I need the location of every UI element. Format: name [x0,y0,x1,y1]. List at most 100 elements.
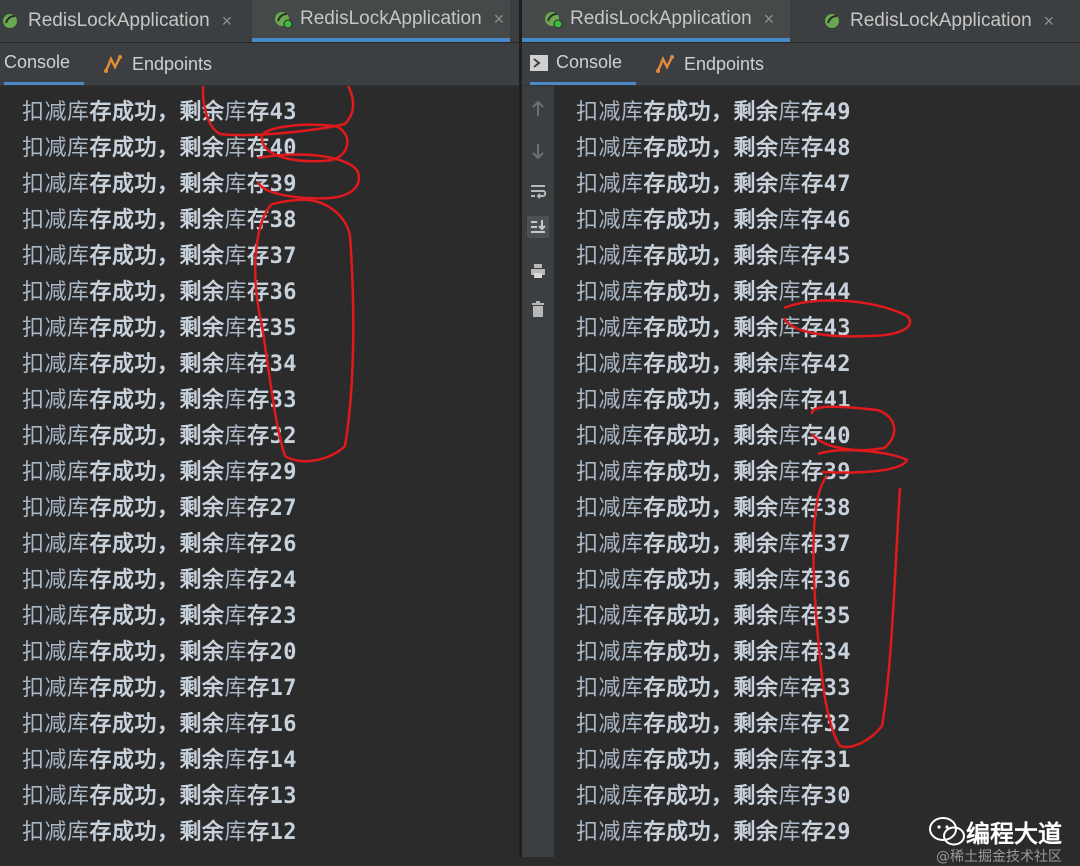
console-line-part: 库 [778,208,802,233]
console-line-part: 存39 [801,460,852,485]
console-line-part: 存成功， [643,100,734,125]
console-line-part: 剩余 [179,748,225,773]
endpoints-tab[interactable]: Endpoints [654,43,764,85]
console-line-part: 剩余 [179,388,225,413]
console-line-part: 存成功， [89,748,180,773]
console-line-part: 存成功， [643,172,734,197]
console-line-part: 存39 [247,172,298,197]
console-line: 扣减库存成功，剩余库存46 [576,202,851,234]
close-icon[interactable]: × [764,9,775,30]
console-line-part: 剩余 [733,568,779,593]
console-line-part: 剩余 [179,208,225,233]
run-tab-active[interactable]: RedisLockApplication × [522,0,791,42]
console-line-part: 库 [778,244,802,269]
console-line-part: 剩余 [179,352,225,377]
console-line-part: 剩余 [179,604,225,629]
console-line-part: 存16 [247,712,298,737]
console-line-part: 存成功， [89,676,180,701]
console-line-part: 存27 [247,496,298,521]
console-line-part: 存32 [247,424,298,449]
console-line: 扣减库存成功，剩余库存32 [576,706,851,738]
console-output[interactable]: 扣减库存成功，剩余库存43 扣减库存成功，剩余库存40 扣减库存成功，剩余库存39 扣… [0,86,519,857]
console-line-part: 剩余 [733,172,779,197]
console-line-part: 剩余 [733,244,779,269]
console-line: 扣减库存成功，剩余库存41 [576,382,851,414]
console-line-part: 存40 [247,136,298,161]
console-line-part: 库 [224,640,248,665]
console-tab-label: Console [4,52,71,72]
console-line-part: 存43 [247,100,298,125]
console-line-part: 扣减库 [22,136,90,161]
console-line: 扣减库存成功，剩余库存43 [22,94,297,126]
console-line: 扣减库存成功，剩余库存49 [576,94,851,126]
console-line-part: 存成功， [643,208,734,233]
run-tab[interactable]: RedisLockApplication × [822,0,1054,42]
console-line-part: 存成功， [89,100,180,125]
console-line-part: 剩余 [179,820,225,845]
console-line-part: 存40 [801,424,852,449]
console-line-part: 扣减库 [22,712,90,737]
console-line-part: 存成功， [643,676,734,701]
console-line-part: 库 [224,316,248,341]
console-line-part: 存44 [801,280,852,305]
console-line-part: 存41 [801,388,852,413]
console-line-part: 存成功， [643,280,734,305]
console-line: 扣减库存成功，剩余库存45 [576,238,851,270]
console-line-part: 扣减库 [576,136,644,161]
run-tab-active[interactable]: RedisLockApplication × [252,0,511,42]
console-line: 扣减库存成功，剩余库存24 [22,562,297,594]
console-line: 扣减库存成功，剩余库存37 [576,526,851,558]
console-line-part: 扣减库 [576,352,644,377]
close-icon[interactable]: × [222,11,233,32]
console-line-part: 库 [778,100,802,125]
console-line-part: 存17 [247,676,298,701]
console-line-part: 存成功， [643,460,734,485]
console-tab[interactable]: Console [4,43,85,85]
console-line-part: 扣减库 [22,532,90,557]
console-line-part: 库 [778,316,802,341]
console-line-part: 剩余 [733,712,779,737]
console-line-part: 扣减库 [22,352,90,377]
right-run-window: RedisLockApplication × RedisLockApplicat… [522,0,1080,857]
console-line-part: 库 [224,424,248,449]
console-output[interactable]: 扣减库存成功，剩余库存49 扣减库存成功，剩余库存48 扣减库存成功，剩余库存47 扣… [522,86,1080,857]
console-line: 扣减库存成功，剩余库存35 [22,310,297,342]
console-line-part: 存43 [801,316,852,341]
run-tab-label: RedisLockApplication [28,10,210,31]
console-line-part: 存30 [801,784,852,809]
console-line: 扣减库存成功，剩余库存44 [576,274,851,306]
console-line-part: 存成功， [89,424,180,449]
console-line-part: 存29 [801,820,852,845]
console-line-part: 存34 [247,352,298,377]
console-line-part: 存成功， [89,640,180,665]
console-line-part: 库 [778,604,802,629]
console-line-part: 扣减库 [576,388,644,413]
console-tab[interactable]: Console [530,43,637,85]
console-line-part: 库 [778,748,802,773]
console-line-part: 剩余 [179,640,225,665]
console-line-part: 存23 [247,604,298,629]
run-tab-bar: RedisLockApplication × RedisLockApplicat… [522,0,1080,43]
console-line: 扣减库存成功，剩余库存13 [22,778,297,810]
console-line-part: 剩余 [179,244,225,269]
close-icon[interactable]: × [494,9,505,30]
console-line-part: 存成功， [643,532,734,557]
console-line-part: 存成功， [643,136,734,161]
run-tab[interactable]: RedisLockApplication × [0,0,232,42]
close-icon[interactable]: × [1044,11,1055,32]
console-line-part: 扣减库 [576,316,644,341]
run-tab-bar: RedisLockApplication × RedisLockApplicat… [0,0,519,43]
console-line-part: 存成功， [89,280,180,305]
endpoints-tab[interactable]: Endpoints [102,43,212,85]
console-line-part: 库 [224,712,248,737]
console-icon [530,54,548,71]
console-line-part: 扣减库 [22,568,90,593]
console-line-part: 剩余 [179,712,225,737]
console-line-part: 剩余 [733,316,779,341]
console-line-part: 库 [224,604,248,629]
console-lines: 扣减库存成功，剩余库存43 扣减库存成功，剩余库存40 扣减库存成功，剩余库存39 扣… [0,86,519,857]
console-line-part: 存29 [247,460,298,485]
console-line-part: 存成功， [643,784,734,809]
console-line-part: 存49 [801,100,852,125]
console-line-part: 扣减库 [22,748,90,773]
